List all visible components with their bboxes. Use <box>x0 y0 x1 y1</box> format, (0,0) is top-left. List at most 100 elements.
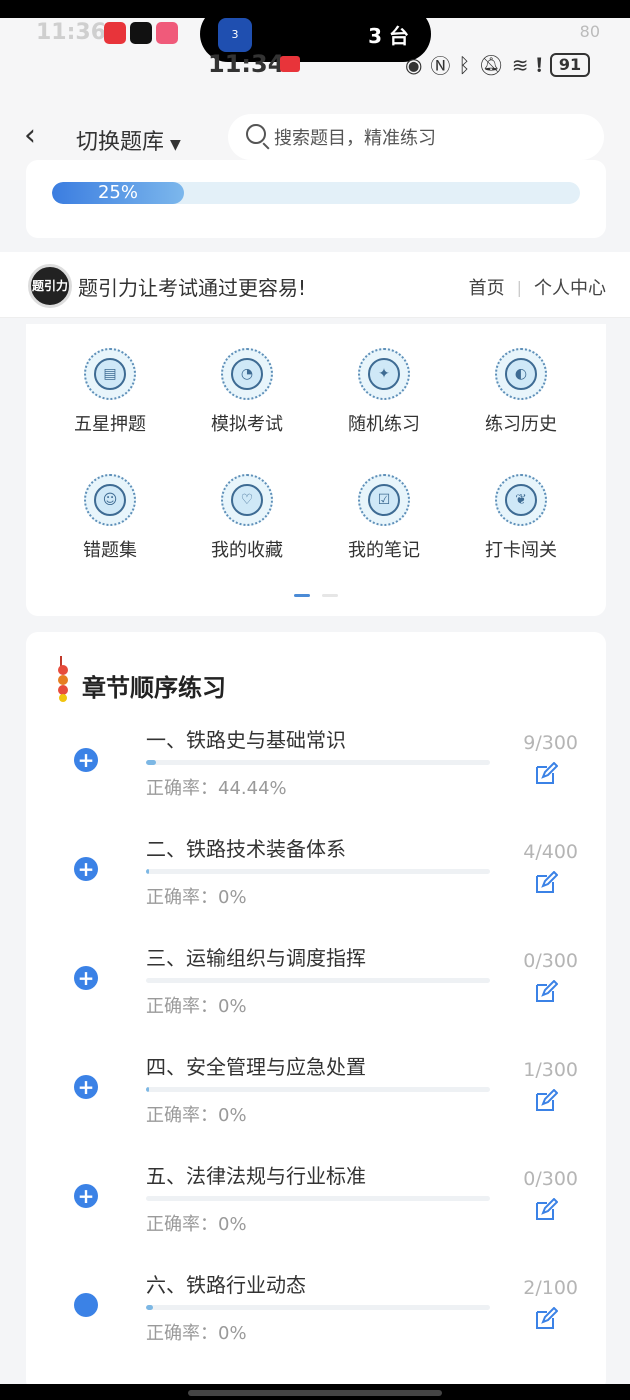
search-icon <box>246 124 266 144</box>
chapter-progress-fill <box>146 760 157 765</box>
chapter-row[interactable]: + 三、运输组织与调度指挥 正确率：0% 0/300 <box>26 942 606 1051</box>
pager-dot-active[interactable] <box>294 594 310 597</box>
edit-icon[interactable] <box>534 1307 558 1331</box>
chapter-accuracy: 正确率：0% <box>146 1323 247 1344</box>
expand-plus-icon[interactable]: + <box>74 966 98 990</box>
alert-icon: ❗︎ <box>536 52 542 77</box>
chapter-progress-bar <box>146 1196 490 1201</box>
edit-icon[interactable] <box>534 1089 558 1113</box>
feature-checkin[interactable]: ❦ 打卡闯关 <box>461 474 581 574</box>
status-icons: ◉ Ⓝ ᛒ 🔕︎ ≋ ❗︎ 91 <box>405 50 590 79</box>
chapter-row[interactable]: + 一、铁路史与基础常识 正确率：44.44% 9/300 <box>26 724 606 833</box>
chapter-name: 二、铁路技术装备体系 <box>146 837 346 861</box>
mute-bell-icon: 🔕︎ <box>478 52 504 77</box>
heart-icon: ♡ <box>221 474 273 526</box>
feature-label: 我的笔记 <box>348 540 420 561</box>
sprout-icon: ❦ <box>495 474 547 526</box>
brand-logo: 题引力 <box>28 264 72 308</box>
edit-icon[interactable] <box>534 1198 558 1222</box>
island-text: 3 台 <box>368 24 409 48</box>
feature-random-practice[interactable]: ✦ 随机练习 <box>324 348 444 448</box>
switch-bank-dropdown[interactable]: 切换题库 ▼ <box>76 124 181 156</box>
brand-slogan: 题引力让考试通过更容易! <box>78 276 307 300</box>
check-glyph: ☑ <box>368 484 400 516</box>
back-arrow-icon[interactable]: ‹ <box>24 118 60 154</box>
chapter-progress-bar <box>146 1305 490 1310</box>
random-star-icon: ✦ <box>358 348 410 400</box>
status-time: 11:34 <box>208 50 285 78</box>
chapter-name: 五、法律法规与行业标准 <box>146 1164 366 1188</box>
chapter-count: 4/400 <box>523 841 578 863</box>
chapter-row[interactable]: + 二、铁路技术装备体系 正确率：0% 4/400 <box>26 833 606 942</box>
caret-down-icon: ▼ <box>170 137 181 153</box>
notification-badge-icon <box>280 56 300 72</box>
expand-dot-icon[interactable] <box>74 1293 98 1317</box>
chapter-accuracy: 正确率：0% <box>146 1214 247 1235</box>
head-glyph: ☺︎ <box>94 484 126 516</box>
gauge-glyph: ◔ <box>231 358 263 390</box>
nav-home-link[interactable]: 首页 <box>469 274 505 300</box>
chapter-progress-bar <box>146 869 490 874</box>
sprout-glyph: ❦ <box>505 484 537 516</box>
brand-banner: 题引力 题引力让考试通过更容易! 首页 | 个人中心 <box>0 252 630 318</box>
battery-ghost: 80 <box>579 22 600 41</box>
expand-plus-icon[interactable]: + <box>74 1075 98 1099</box>
chapter-accuracy: 正确率：0% <box>146 887 247 908</box>
edit-icon[interactable] <box>534 980 558 1004</box>
music-app-icon <box>156 22 178 44</box>
chapter-progress-fill <box>146 1305 153 1310</box>
chapter-progress-bar <box>146 978 490 983</box>
expand-plus-icon[interactable]: + <box>74 748 98 772</box>
chapter-progress-bar <box>146 1087 490 1092</box>
feature-history[interactable]: ◐ 练习历史 <box>461 348 581 448</box>
chapter-count: 0/300 <box>523 950 578 972</box>
chapter-count: 1/300 <box>523 1059 578 1081</box>
history-globe-icon: ◐ <box>495 348 547 400</box>
feature-five-star[interactable]: ▤ 五星押题 <box>50 348 170 448</box>
xiaohongshu-app-icon <box>104 22 126 44</box>
battery-icon: 91 <box>550 52 590 77</box>
nav-profile-link[interactable]: 个人中心 <box>534 274 606 300</box>
chapter-name: 四、安全管理与应急处置 <box>146 1055 366 1079</box>
feature-label: 五星押题 <box>74 414 146 435</box>
edit-icon[interactable] <box>534 762 558 786</box>
edit-icon[interactable] <box>534 871 558 895</box>
feature-label: 模拟考试 <box>211 414 283 435</box>
pager-dot[interactable] <box>322 594 338 597</box>
star-glyph: ✦ <box>368 358 400 390</box>
chapter-row[interactable]: 六、铁路行业动态 正确率：0% 2/100 <box>26 1269 606 1378</box>
home-indicator[interactable] <box>188 1390 442 1396</box>
id-card-glyph: ▤ <box>94 358 126 390</box>
feature-favorites[interactable]: ♡ 我的收藏 <box>187 474 307 574</box>
feature-mock-exam[interactable]: ◔ 模拟考试 <box>187 348 307 448</box>
id-card-icon: ▤ <box>84 348 136 400</box>
globe-glyph: ◐ <box>505 358 537 390</box>
bluetooth-icon: ᛒ <box>458 52 471 77</box>
chapter-row[interactable]: + 五、法律法规与行业标准 正确率：0% 0/300 <box>26 1160 606 1269</box>
feature-grid: ▤ 五星押题 ◔ 模拟考试 ✦ 随机练习 ◐ 练习历史 ☺︎ 错题集 ♡ 我的收… <box>26 324 606 616</box>
heart-glyph: ♡ <box>231 484 263 516</box>
chapter-progress-fill <box>146 1087 150 1092</box>
chapter-row[interactable]: + 四、安全管理与应急处置 正确率：0% 1/300 <box>26 1051 606 1160</box>
chapter-count: 9/300 <box>523 732 578 754</box>
feature-notes[interactable]: ☑ 我的笔记 <box>324 474 444 574</box>
head-brain-icon: ☺︎ <box>84 474 136 526</box>
chapter-progress-bar <box>146 760 490 765</box>
feature-label: 练习历史 <box>485 414 557 435</box>
search-input[interactable]: 搜索题目，精准练习 <box>228 114 604 160</box>
chapter-accuracy: 正确率：44.44% <box>146 778 287 799</box>
chapter-accuracy: 正确率：0% <box>146 996 247 1017</box>
expand-plus-icon[interactable]: + <box>74 1184 98 1208</box>
tiktok-app-icon <box>130 22 152 44</box>
overall-progress-label: 25% <box>97 182 138 203</box>
feature-label: 错题集 <box>83 540 137 561</box>
nfc-icon: Ⓝ <box>430 54 451 78</box>
chapter-count: 2/100 <box>523 1277 578 1299</box>
status-bar: 11:36 3 3 台 80 11:34 ◉ Ⓝ ᛒ 🔕︎ ≋ ❗︎ 91 <box>0 0 630 96</box>
expand-plus-icon[interactable]: + <box>74 857 98 881</box>
chapter-name: 一、铁路史与基础常识 <box>146 728 346 752</box>
gauge-icon: ◔ <box>221 348 273 400</box>
chapter-practice-card: 章节顺序练习 + 一、铁路史与基础常识 正确率：44.44% 9/300 + 二… <box>26 632 606 1392</box>
overall-progress-bar: 25% <box>52 182 580 204</box>
feature-wrong-set[interactable]: ☺︎ 错题集 <box>50 474 170 574</box>
